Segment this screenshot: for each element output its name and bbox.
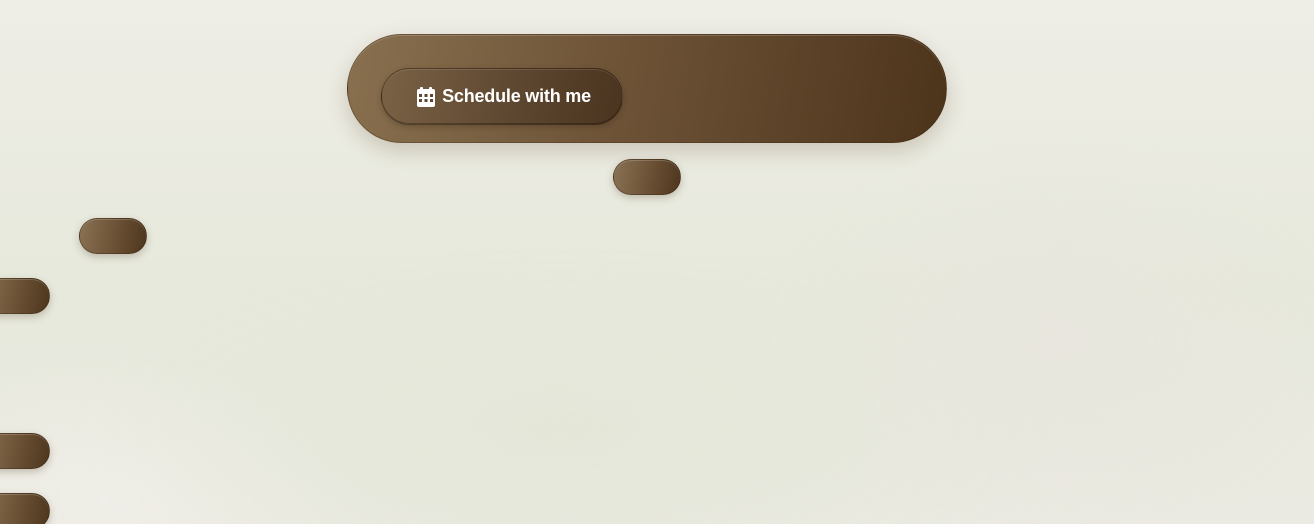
floating-pill-5[interactable] [0,493,50,524]
schedule-button-label: Schedule with me [442,86,591,106]
calendar-icon [417,86,436,107]
floating-pill-4[interactable] [0,433,50,469]
floating-pill-3[interactable] [0,278,50,314]
floating-pill-2[interactable] [79,218,147,254]
floating-pill-1[interactable] [613,159,681,195]
schedule-button[interactable]: Schedule with me [381,68,623,125]
